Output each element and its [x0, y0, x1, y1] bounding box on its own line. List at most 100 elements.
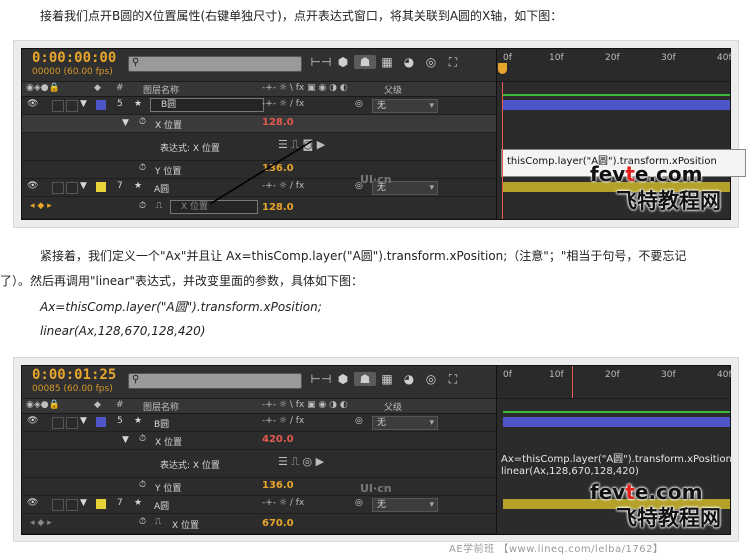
watermark-ui-cn: UI·cn — [360, 173, 392, 186]
graph-editor-icon[interactable]: ◎ — [420, 372, 442, 386]
pickwhip-icon[interactable]: ◎ — [355, 416, 363, 426]
time-ruler[interactable]: 0f 10f 20f 30f 40f — [496, 49, 732, 81]
layer-bar-b[interactable] — [503, 417, 730, 427]
watermark-ui-cn: UI·cn — [360, 482, 392, 495]
ruler-label: 0f — [503, 370, 512, 380]
layer-switch-icons[interactable]: -+- ☼ / fx — [262, 498, 304, 508]
label-color-blue[interactable] — [96, 417, 106, 427]
property-value[interactable]: 670.0 — [262, 518, 294, 529]
number-col: # — [116, 400, 124, 410]
pickwhip-line — [209, 140, 313, 205]
work-area-bar — [503, 411, 730, 413]
property-value[interactable]: 420.0 — [262, 434, 294, 445]
keyframe-nav-icon[interactable]: ◂ ◆ ▸ — [30, 518, 52, 528]
ruler-label: 30f — [661, 53, 676, 63]
ruler-label: 10f — [549, 370, 564, 380]
search-input[interactable]: ⚲ — [128, 373, 302, 389]
comp-flow-icon[interactable]: ⊢⊣ — [310, 372, 332, 386]
watermark-cn: 飞特教程网 — [616, 189, 721, 213]
wm-part: fev — [590, 480, 626, 504]
search-icon: ⚲ — [132, 374, 140, 385]
ruler-label: 40f — [717, 370, 732, 380]
layer-bar-b[interactable] — [503, 100, 730, 110]
parent-dropdown[interactable]: 无 ▾ — [372, 498, 438, 512]
expression-text-line1[interactable]: Ax=thisComp.layer("A圆").transform.xPosit… — [501, 454, 735, 466]
ruler-label: 0f — [503, 53, 512, 63]
graph-icon[interactable]: ⎍ — [155, 517, 161, 527]
expand-triangle-icon[interactable]: ▼ — [80, 416, 87, 426]
work-area-bar — [503, 94, 730, 96]
lock-switch[interactable] — [66, 499, 78, 511]
solo-switch[interactable] — [52, 499, 64, 511]
layer-number: 7 — [117, 498, 123, 508]
column-header: ◉◈●🔒 ◆ # 图层名称 -+- ☼ \ fx ▣ ◉ ◑ ◐ 父级 — [22, 399, 496, 414]
stopwatch-icon[interactable]: ⏱ — [139, 517, 146, 527]
expression-row: 表达式: X 位置 ☰ ⎍ ◎ ▶ — [22, 450, 496, 478]
wm-part-red: t — [625, 162, 635, 186]
eye-icon[interactable]: 👁 — [27, 416, 38, 426]
expression-controls[interactable]: ☰ ⎍ ◎ ▶ — [278, 455, 324, 469]
para2-line2: 了）。然后再调用"linear"表达式，并改变里面的参数，具体如下图： — [0, 274, 363, 288]
name-col-header: 图层名称 — [143, 403, 180, 413]
parent-value: 无 — [377, 418, 387, 428]
label-color-yellow[interactable] — [96, 499, 106, 509]
ruler-label: 20f — [605, 370, 620, 380]
wm-part: e.com — [634, 162, 703, 186]
footer-watermark: AE学前班 【www.lineq.com/lelba/1762】 — [449, 544, 664, 555]
expression-label: 表达式: X 位置 — [160, 461, 220, 471]
para2-line1: 紧接着，我们定义一个"Ax"并且让 Ax=thisComp.layer("A圆"… — [40, 249, 687, 263]
solo-switch[interactable] — [52, 417, 64, 429]
switches-header-icons: -+- ☼ \ fx ▣ ◉ ◑ ◐ — [262, 400, 348, 410]
ruler-label: 40f — [717, 53, 732, 63]
expression-text-line2[interactable]: linear(Ax,128,670,128,420) — [501, 466, 639, 478]
ruler-label: 10f — [549, 53, 564, 63]
property-label: X 位置 — [155, 438, 183, 448]
playhead-marker[interactable] — [572, 366, 573, 398]
frame-blend-icon[interactable]: ▦ — [376, 372, 398, 386]
timeline-tools: ⊢⊣ ⬢ ☗ ▦ ◕ ◎ ⛶ — [310, 372, 464, 390]
shy-layers-icon[interactable]: ☗ — [354, 372, 376, 386]
draft3d-icon[interactable]: ⬢ — [332, 372, 354, 386]
wm-part: e.com — [634, 480, 703, 504]
property-value[interactable]: 136.0 — [262, 480, 294, 491]
eye-icon[interactable]: 👁 — [27, 498, 38, 508]
stopwatch-icon[interactable]: ⏱ — [139, 480, 146, 490]
ruler-label: 30f — [661, 370, 676, 380]
watermark-cn: 飞特教程网 — [616, 506, 721, 530]
layer-switch-icons[interactable]: -+- ☼ / fx — [262, 416, 304, 426]
property-label: Y 位置 — [155, 484, 182, 494]
time-ruler[interactable]: 0f 10f 20f 30f 40f — [496, 366, 732, 398]
layer-row-a[interactable]: 👁 ▼ 7 ★ A圆 -+- ☼ / fx ◎ 无 ▾ — [22, 496, 496, 514]
chevron-down-icon: ▾ — [429, 418, 434, 428]
a-x-position-row[interactable]: ◂ ◆ ▸ ⏱ ⎍ X 位置 670.0 — [22, 514, 496, 534]
expand-triangle-icon[interactable]: ▼ — [80, 498, 87, 508]
y-position-row[interactable]: ⏱ Y 位置 136.0 — [22, 478, 496, 496]
parent-col-header: 父级 — [384, 403, 403, 413]
property-label: X 位置 — [172, 521, 200, 531]
parent-dropdown[interactable]: 无 ▾ — [372, 416, 438, 430]
code-line-1: Ax=thisComp.layer("A圆").transform.xPosit… — [40, 300, 322, 314]
motion-blur-icon[interactable]: ◕ — [398, 372, 420, 386]
brainstorm-icon[interactable]: ⛶ — [442, 372, 464, 387]
expand-triangle-icon[interactable]: ▼ — [122, 435, 129, 445]
timecode[interactable]: 0:00:01:25 — [32, 367, 116, 383]
wm-part: fev — [590, 162, 626, 186]
layer-row-b[interactable]: 👁 ▼ 5 ★ B圆 -+- ☼ / fx ◎ 无 ▾ — [22, 414, 496, 432]
parent-value: 无 — [377, 500, 387, 510]
layer-name-b[interactable]: B圆 — [154, 417, 169, 430]
timeline-toolbar: 0:00:01:25 00085 (60.00 fps) ⚲ ⊢⊣ ⬢ ☗ ▦ ◕ ◎ ⛶ … — [22, 366, 732, 399]
av-switch-icons: ◉◈●🔒 — [26, 400, 60, 410]
star-icon: ★ — [134, 416, 143, 426]
wm-part-red: t — [625, 480, 635, 504]
fps-readout: 00085 (60.00 fps) — [32, 384, 113, 394]
layer-number: 5 — [117, 416, 123, 426]
label-tag-icon: ◆ — [94, 400, 101, 410]
lock-switch[interactable] — [66, 417, 78, 429]
chevron-down-icon: ▾ — [429, 500, 434, 510]
layer-name-a[interactable]: A圆 — [154, 499, 169, 512]
playhead-line — [502, 82, 503, 219]
pickwhip-icon[interactable]: ◎ — [355, 498, 363, 508]
stopwatch-icon[interactable]: ⏱ — [139, 434, 146, 444]
watermark-fevte: fevte.com — [590, 480, 702, 504]
x-position-row[interactable]: ▼ ⏱ X 位置 420.0 — [22, 432, 496, 450]
